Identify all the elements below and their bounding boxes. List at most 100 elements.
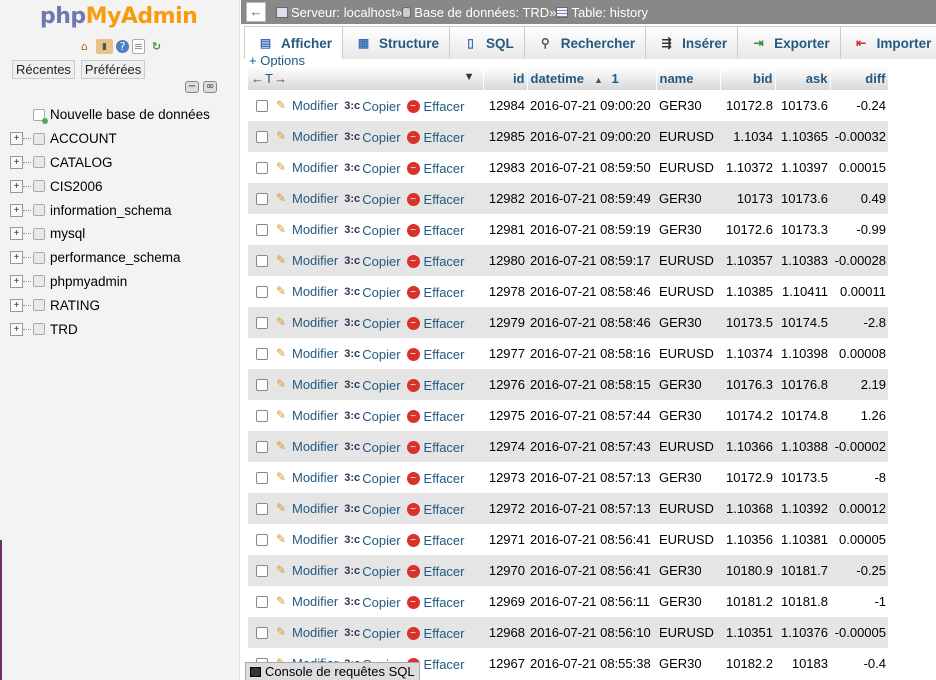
cell-datetime[interactable]: 2016-07-21 08:56:10 [527,617,656,648]
cell-datetime[interactable]: 2016-07-21 08:59:17 [527,245,656,276]
delete-row-link[interactable]: −Effacer [406,595,465,610]
cell-diff[interactable]: -0.00032 [830,121,888,152]
cell-diff[interactable]: -0.25 [830,555,888,586]
row-checkbox[interactable] [256,285,268,298]
cell-name[interactable]: EURUSD [656,121,720,152]
edit-row-link[interactable]: ✎ Modifier [274,98,338,113]
cell-datetime[interactable]: 2016-07-21 08:56:41 [527,524,656,555]
delete-row-link[interactable]: −Effacer [406,471,465,486]
expand-icon[interactable]: + [10,274,23,288]
cell-name[interactable]: EURUSD [656,245,720,276]
tab-import[interactable]: ⇤ Importer [839,26,936,59]
cell-datetime[interactable]: 2016-07-21 08:59:49 [527,183,656,214]
column-header-bid[interactable]: bid [720,67,776,90]
cell-id[interactable]: 12971 [483,524,527,555]
expand-icon[interactable]: + [10,322,23,336]
table-row[interactable]: ✎ Modifier 3:c Copier − Effacer 12976 2016-07-2… [248,369,888,400]
edit-row-link[interactable]: ✎ Modifier [274,470,338,485]
expand-icon[interactable]: + [10,298,23,312]
cell-id[interactable]: 12974 [483,431,527,462]
cell-datetime[interactable]: 2016-07-21 08:56:41 [527,555,656,586]
delete-row-link[interactable]: −Effacer [406,533,465,548]
copy-row-link[interactable]: 3:cCopier [344,161,400,176]
cell-diff[interactable]: -0.00005 [830,617,888,648]
cell-id[interactable]: 12968 [483,617,527,648]
copy-row-link[interactable]: 3:cCopier [344,130,400,145]
breadcrumb-database[interactable]: Base de données: TRD [402,5,549,20]
copy-row-link[interactable]: 3:cCopier [344,626,400,641]
row-checkbox[interactable] [256,378,268,391]
table-row[interactable]: ✎ Modifier 3:c Copier − Effacer 12984 2016-07-2… [248,90,888,121]
cell-datetime[interactable]: 2016-07-21 08:59:19 [527,214,656,245]
row-checkbox[interactable] [256,316,268,329]
expand-icon[interactable]: + [10,203,23,217]
copy-row-link[interactable]: 3:cCopier [344,378,400,393]
table-row[interactable]: ✎ Modifier 3:c Copier − Effacer 12970 2016-07-2… [248,555,888,586]
delete-row-link[interactable]: −Effacer [406,347,465,362]
copy-row-link[interactable]: 3:cCopier [344,192,400,207]
tree-item-phpmyadmin[interactable]: + phpmyadmin [10,270,235,294]
table-row[interactable]: ✎ Modifier 3:c Copier − Effacer 12979 2016-07-2… [248,307,888,338]
cell-id[interactable]: 12981 [483,214,527,245]
tree-item-rating[interactable]: + RATING [10,293,235,317]
cell-diff[interactable]: 0.00011 [830,276,888,307]
cell-ask[interactable]: 1.10376 [775,617,830,648]
cell-id[interactable]: 12984 [483,90,527,121]
cell-ask[interactable]: 1.10411 [775,276,830,307]
cell-datetime[interactable]: 2016-07-21 08:57:44 [527,400,656,431]
delete-row-link[interactable]: −Effacer [406,254,465,269]
cell-bid[interactable]: 1.1034 [720,121,775,152]
row-checkbox[interactable] [256,440,268,453]
cell-id[interactable]: 12977 [483,338,527,369]
delete-row-link[interactable]: −Effacer [406,409,465,424]
cell-datetime[interactable]: 2016-07-21 08:56:11 [527,586,656,617]
cell-name[interactable]: EURUSD [656,338,720,369]
column-header-datetime[interactable]: datetime ▲ 1 [527,67,657,90]
expand-icon[interactable]: + [10,179,23,193]
cell-id[interactable]: 12972 [483,493,527,524]
cell-diff[interactable]: 0.00015 [830,152,888,183]
edit-row-link[interactable]: ✎ Modifier [274,253,338,268]
cell-bid[interactable]: 1.10374 [720,338,775,369]
delete-row-link[interactable]: −Effacer [406,378,465,393]
table-row[interactable]: ✎ Modifier 3:c Copier − Effacer 12983 2016-07-2… [248,152,888,183]
copy-row-link[interactable]: 3:cCopier [344,533,400,548]
help-icon[interactable]: ? [116,40,129,53]
recent-tables-button[interactable]: Récentes [12,60,75,79]
cell-bid[interactable]: 1.10385 [720,276,775,307]
cell-name[interactable]: GER30 [656,648,720,679]
cell-diff[interactable]: -0.99 [830,214,888,245]
copy-row-link[interactable]: 3:cCopier [344,285,400,300]
cell-name[interactable]: GER30 [656,307,720,338]
breadcrumb-table[interactable]: Table: history [556,5,648,20]
cell-bid[interactable]: 1.10368 [720,493,775,524]
cell-diff[interactable]: -0.4 [830,648,888,679]
cell-id[interactable]: 12978 [483,276,527,307]
cell-name[interactable]: EURUSD [656,152,720,183]
row-checkbox[interactable] [256,130,268,143]
copy-row-link[interactable]: 3:cCopier [344,595,400,610]
row-checkbox[interactable] [256,502,268,515]
collapse-nav-button[interactable]: ← [246,2,266,22]
copy-row-link[interactable]: 3:cCopier [344,347,400,362]
row-checkbox[interactable] [256,161,268,174]
cell-ask[interactable]: 1.10365 [775,121,830,152]
cell-bid[interactable]: 10180.9 [720,555,775,586]
row-checkbox[interactable] [256,471,268,484]
cell-ask[interactable]: 10173.3 [775,214,830,245]
breadcrumb-server[interactable]: Serveur: localhost [276,5,395,20]
delete-row-link[interactable]: −Effacer [406,99,465,114]
tree-item-trd[interactable]: + TRD [10,317,235,341]
expand-icon[interactable]: + [10,251,23,265]
edit-row-link[interactable]: ✎ Modifier [274,532,338,547]
cell-diff[interactable]: 1.26 [830,400,888,431]
cell-bid[interactable]: 1.10356 [720,524,775,555]
expand-icon[interactable]: + [10,132,23,146]
cell-ask[interactable]: 10181.8 [775,586,830,617]
cell-diff[interactable]: 0.00008 [830,338,888,369]
delete-row-link[interactable]: −Effacer [406,223,465,238]
edit-row-link[interactable]: ✎ Modifier [274,501,338,516]
cell-diff[interactable]: -2.8 [830,307,888,338]
table-row[interactable]: ✎ Modifier 3:c Copier − Effacer 12968 2016-07-2… [248,617,888,648]
edit-row-link[interactable]: ✎ Modifier [274,439,338,454]
